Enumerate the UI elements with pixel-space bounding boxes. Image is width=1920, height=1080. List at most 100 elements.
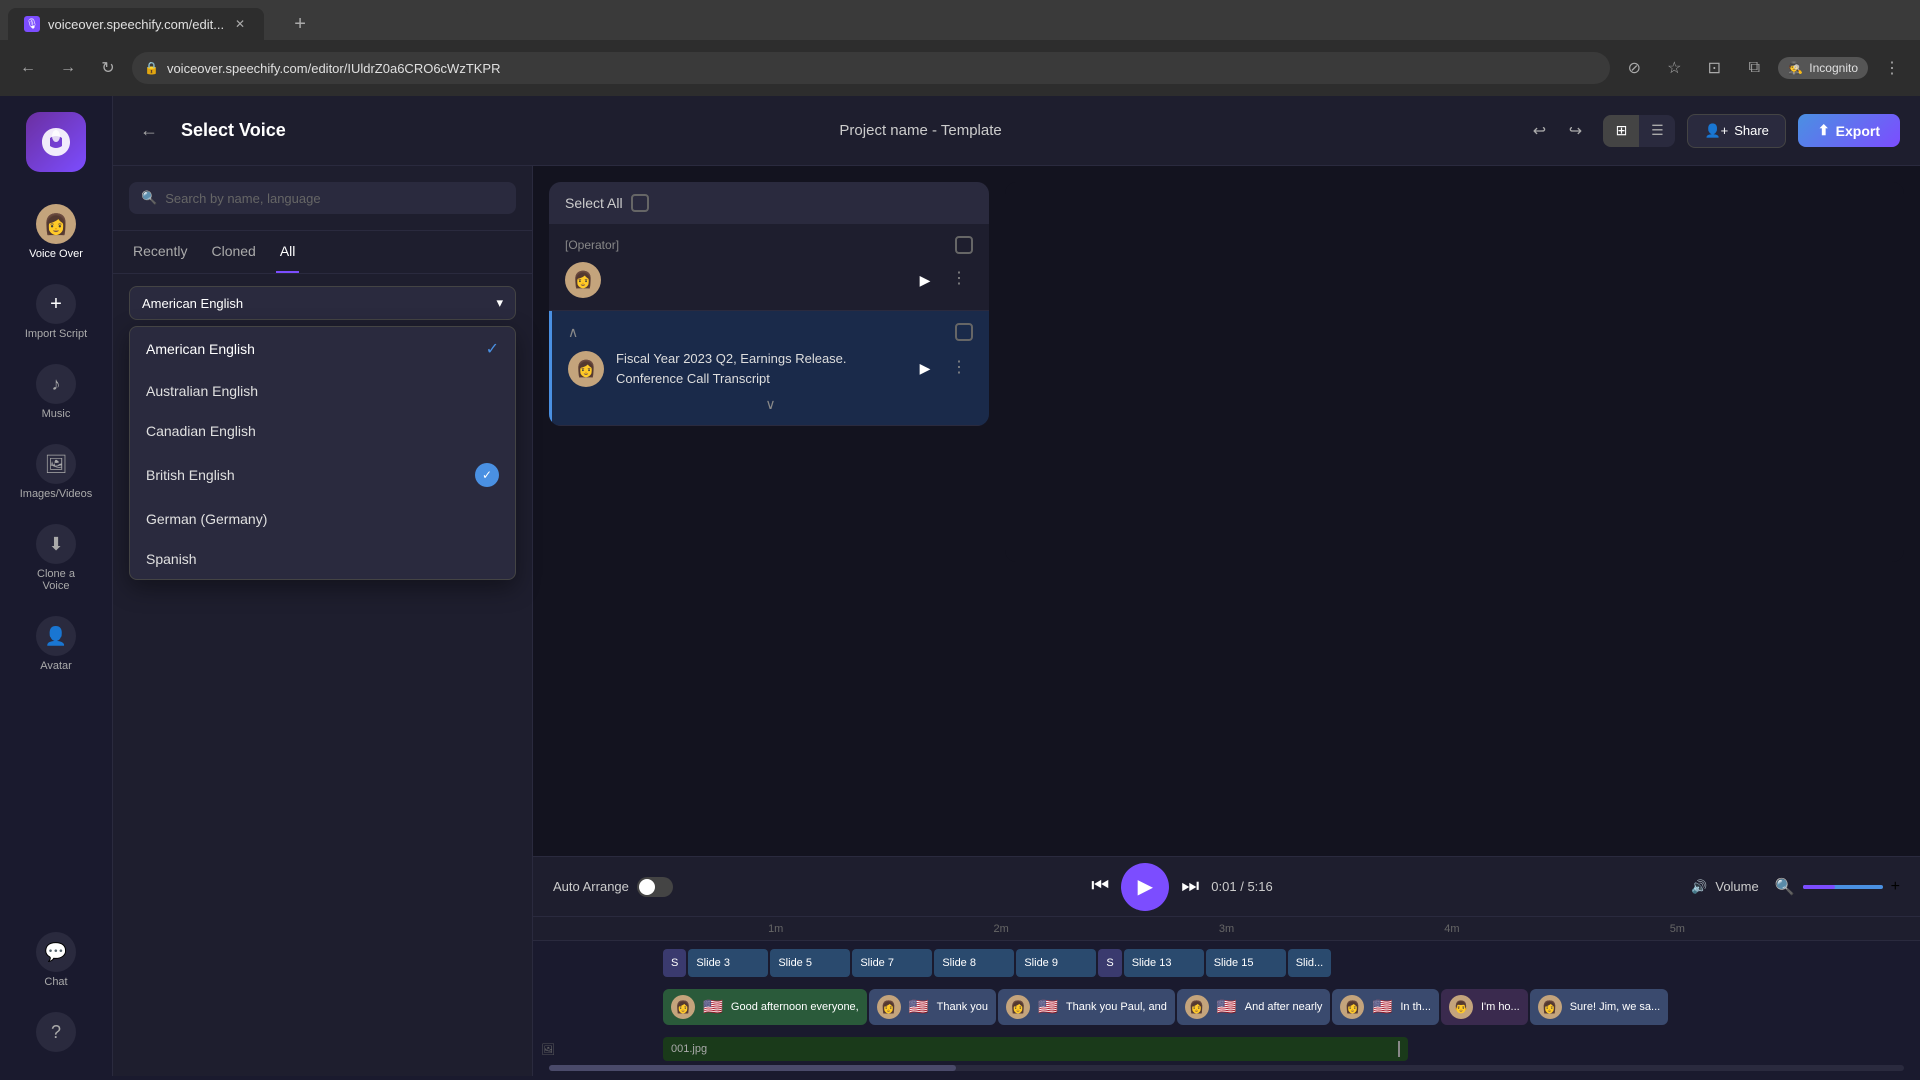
lang-option-american[interactable]: American English ✓ (130, 327, 515, 371)
view-toggle: ⊞ ☰ (1603, 115, 1675, 147)
voice-search-area: 🔍 Search by name, language (113, 166, 532, 231)
auto-arrange-toggle[interactable] (637, 877, 673, 897)
language-dropdown-button[interactable]: American English ▾ (129, 286, 516, 320)
undo-button[interactable]: ↩ (1523, 115, 1555, 147)
bookmark-icon[interactable]: ☆ (1658, 52, 1690, 84)
inactive-tab[interactable]: + (268, 8, 468, 40)
window-toggle-icon[interactable]: ⧉ (1738, 52, 1770, 84)
lang-option-spanish[interactable]: Spanish (130, 539, 515, 579)
zoom-in-icon[interactable]: + (1891, 878, 1900, 896)
tab-all[interactable]: All (276, 231, 300, 273)
play-script-1-button[interactable]: ▶ (909, 264, 941, 296)
playback-controls: ⏮ ▶ ⏭ 0:01 / 5:16 (689, 863, 1675, 911)
redo-button[interactable]: ↪ (1559, 115, 1591, 147)
more-script-2-button[interactable]: ⋮ (945, 353, 973, 381)
search-box[interactable]: 🔍 Search by name, language (129, 182, 516, 214)
back-button[interactable]: ← (133, 115, 165, 147)
music-icon: ♪ (36, 364, 76, 404)
screenshare-icon[interactable]: ⊘ (1618, 52, 1650, 84)
blue-check-icon: ✓ (475, 463, 499, 487)
app-logo[interactable] (26, 112, 86, 172)
browser-chrome: 🎙 voiceover.speechify.com/edit... ✕ + ← … (0, 0, 1920, 96)
audio-block-1[interactable]: 👩 🇺🇸 Good afternoon everyone, (663, 989, 867, 1025)
audio-block-5[interactable]: 👩 🇺🇸 In th... (1332, 989, 1439, 1025)
playback-bar: Auto Arrange ⏮ ▶ ⏭ 0:01 / 5:16 (533, 856, 1920, 916)
lang-option-german[interactable]: German (Germany) (130, 499, 515, 539)
active-tab[interactable]: 🎙 voiceover.speechify.com/edit... ✕ (8, 8, 264, 40)
language-dropdown-menu: American English ✓ Australian English Ca… (129, 326, 516, 580)
volume-control: 🔊 Volume (1691, 879, 1759, 895)
scrollbar-thumb[interactable] (549, 1065, 956, 1071)
image-block[interactable]: 001.jpg (663, 1037, 1408, 1061)
list-view-button[interactable]: ☰ (1639, 115, 1675, 147)
audio-avatar-2: 👩 (877, 995, 901, 1019)
extension-icon[interactable]: ⊡ (1698, 52, 1730, 84)
slide-block-s2[interactable]: S (1098, 949, 1121, 977)
sidebar-item-avatar[interactable]: 👤 Avatar (16, 608, 96, 680)
back-nav-button[interactable]: ← (12, 52, 44, 84)
audio-block-4[interactable]: 👩 🇺🇸 And after nearly (1177, 989, 1331, 1025)
sidebar-item-import[interactable]: + Import Script (16, 276, 96, 348)
slide-block-3[interactable]: Slide 3 (688, 949, 768, 977)
image-track-label: 🖼 (533, 1043, 663, 1056)
timeline-ruler: 1m 2m 3m 4m 5m (533, 917, 1920, 941)
sidebar-item-images[interactable]: 🖼 Images/Videos (16, 436, 96, 508)
skip-forward-button[interactable]: ⏭ (1181, 875, 1199, 898)
lang-option-british[interactable]: British English ✓ (130, 451, 515, 499)
time-display: 0:01 / 5:16 (1211, 879, 1272, 894)
slide-block-8[interactable]: Slide 8 (934, 949, 1014, 977)
audio-track: 👩 🇺🇸 Good afternoon everyone, 👩 🇺🇸 Thank… (533, 981, 1920, 1033)
forward-nav-button[interactable]: → (52, 52, 84, 84)
lang-option-australian[interactable]: Australian English (130, 371, 515, 411)
slide-block-9[interactable]: Slide 9 (1016, 949, 1096, 977)
sidebar-item-music[interactable]: ♪ Music (16, 356, 96, 428)
slide-block-15[interactable]: Slide 15 (1206, 949, 1286, 977)
new-tab-button[interactable]: + (284, 8, 316, 40)
lang-option-canadian[interactable]: Canadian English (130, 411, 515, 451)
select-all-checkbox[interactable] (631, 194, 649, 212)
expand-down-icon[interactable]: ∨ (765, 396, 775, 413)
script-text-2: Fiscal Year 2023 Q2, Earnings Release. C… (616, 349, 897, 388)
sidebar-item-clone[interactable]: ⬇ Clone a Voice (16, 516, 96, 600)
tab-close-button[interactable]: ✕ (232, 16, 248, 32)
sidebar-item-chat[interactable]: 💬 Chat (16, 924, 96, 996)
slide-block-s1[interactable]: S (663, 949, 686, 977)
sidebar-item-voiceover[interactable]: 👩 Voice Over (16, 196, 96, 268)
slide-block-5[interactable]: Slide 5 (770, 949, 850, 977)
script-avatar-2: 👩 (568, 351, 604, 387)
script-item-2-checkbox[interactable] (955, 323, 973, 341)
share-button[interactable]: 👤+ Share (1687, 114, 1785, 148)
audio-block-3[interactable]: 👩 🇺🇸 Thank you Paul, and (998, 989, 1175, 1025)
grid-view-button[interactable]: ⊞ (1603, 115, 1639, 147)
tab-cloned[interactable]: Cloned (207, 231, 259, 273)
zoom-slider[interactable] (1803, 885, 1883, 889)
expand-up-icon[interactable]: ∧ (568, 324, 578, 341)
address-bar[interactable]: 🔒 voiceover.speechify.com/editor/IUldrZ0… (132, 52, 1610, 84)
script-item-1-checkbox[interactable] (955, 236, 973, 254)
ruler-5m: 5m (1565, 923, 1790, 935)
slide-block-last[interactable]: Slid... (1288, 949, 1332, 977)
menu-button[interactable]: ⋮ (1876, 52, 1908, 84)
audio-block-7[interactable]: 👩 Sure! Jim, we sa... (1530, 989, 1668, 1025)
script-item-1-label: [Operator] (565, 238, 619, 252)
resize-handle[interactable] (1398, 1041, 1400, 1057)
slide-block-13[interactable]: Slide 13 (1124, 949, 1204, 977)
lang-option-australian-label: Australian English (146, 383, 258, 399)
reload-button[interactable]: ↻ (92, 52, 124, 84)
export-button[interactable]: ⬆ Export (1798, 114, 1900, 147)
tab-recently[interactable]: Recently (129, 231, 191, 273)
script-item-2: ∧ 👩 Fiscal Year 2023 Q2, Earnings Releas… (549, 311, 989, 426)
script-controls-2: ▶ ⋮ (909, 353, 973, 385)
skip-back-button[interactable]: ⏮ (1091, 875, 1109, 898)
play-pause-button[interactable]: ▶ (1121, 863, 1169, 911)
language-selector: American English ▾ American English ✓ Au… (113, 274, 532, 332)
lang-option-canadian-label: Canadian English (146, 423, 256, 439)
slide-block-7[interactable]: Slide 7 (852, 949, 932, 977)
horizontal-scrollbar[interactable] (549, 1065, 1904, 1071)
more-script-1-button[interactable]: ⋮ (945, 264, 973, 292)
audio-block-2[interactable]: 👩 🇺🇸 Thank you (869, 989, 996, 1025)
play-script-2-button[interactable]: ▶ (909, 353, 941, 385)
zoom-out-icon[interactable]: 🔍 (1775, 877, 1795, 897)
sidebar-item-help[interactable]: ? (16, 1004, 96, 1060)
audio-block-6[interactable]: 👨 I'm ho... (1441, 989, 1528, 1025)
